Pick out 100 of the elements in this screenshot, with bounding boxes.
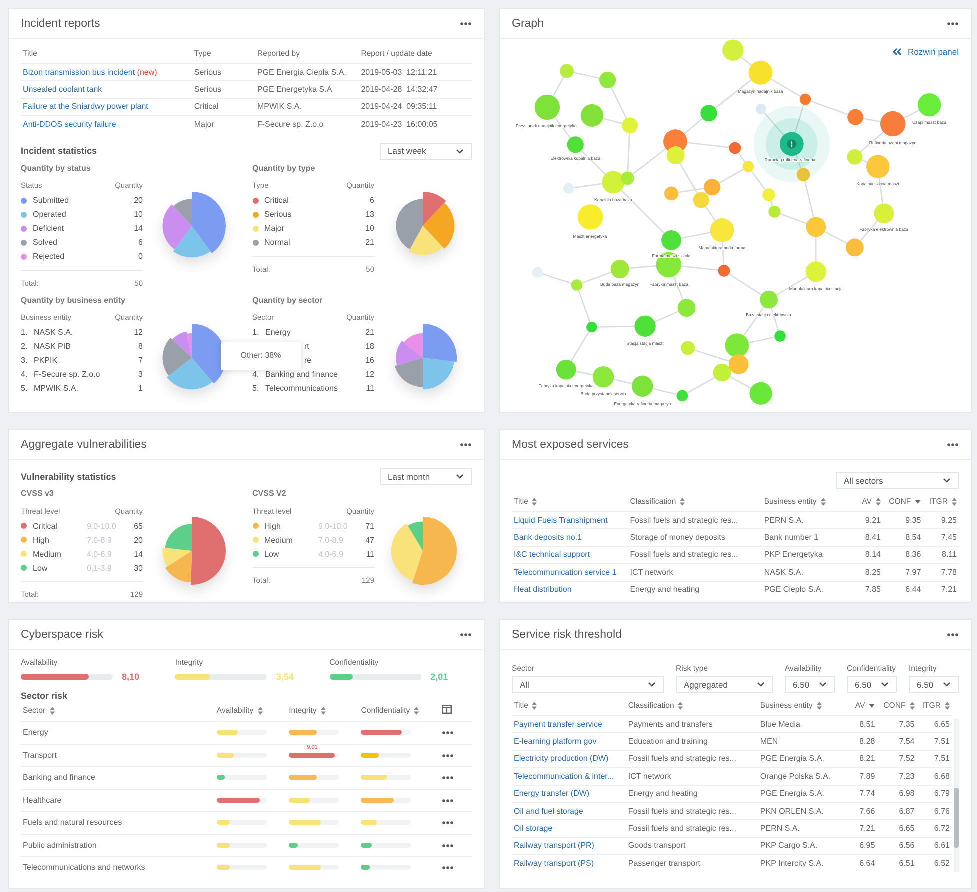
- graph-node[interactable]: [700, 105, 718, 122]
- graph-node[interactable]: [729, 142, 742, 154]
- graph-node[interactable]: [718, 264, 730, 277]
- graph-node[interactable]: [918, 93, 942, 117]
- graph-node[interactable]: [748, 60, 773, 85]
- service-link[interactable]: I&C technical support: [514, 550, 590, 560]
- graph-node[interactable]: [634, 316, 656, 337]
- sort-icon[interactable]: [910, 702, 915, 710]
- more-icon[interactable]: [947, 442, 959, 446]
- graph-node[interactable]: [846, 238, 864, 257]
- sort-icon[interactable]: [945, 702, 950, 710]
- graph-node[interactable]: [664, 186, 678, 201]
- graph-node[interactable]: [742, 161, 754, 172]
- service-link[interactable]: Bank deposits no.1: [514, 533, 582, 542]
- graph-node[interactable]: [806, 262, 826, 282]
- graph-node[interactable]: [847, 150, 863, 165]
- sort-icon[interactable]: [532, 702, 538, 710]
- service-link[interactable]: Telecommunication service 1: [514, 568, 617, 577]
- filter-dropdown[interactable]: All: [512, 676, 664, 693]
- graph-node[interactable]: [666, 146, 685, 164]
- service-link[interactable]: Heat distribution: [514, 585, 572, 594]
- service-link[interactable]: Railway transport (PS): [514, 858, 594, 868]
- sort-icon[interactable]: [258, 706, 263, 715]
- more-icon[interactable]: [460, 22, 472, 26]
- graph-node[interactable]: [710, 218, 734, 242]
- graph-node[interactable]: [534, 94, 560, 120]
- incident-link[interactable]: Anti-DDOS security failure: [23, 120, 116, 129]
- service-link[interactable]: Telecommunication & inter...: [514, 772, 614, 781]
- service-link[interactable]: Railway transport (PR): [514, 841, 594, 850]
- graph-node[interactable]: [580, 104, 604, 127]
- graph-node[interactable]: [556, 360, 576, 380]
- graph-node[interactable]: [662, 230, 682, 250]
- graph-node[interactable]: [762, 188, 776, 202]
- row-menu-icon[interactable]: [442, 731, 454, 736]
- graph-node[interactable]: [866, 155, 890, 178]
- graph-node[interactable]: [722, 40, 744, 61]
- row-menu-icon[interactable]: [442, 821, 454, 826]
- filter-dropdown[interactable]: 6.50: [847, 676, 897, 693]
- graph-node[interactable]: [756, 104, 766, 114]
- row-menu-icon[interactable]: [442, 776, 454, 780]
- incident-link[interactable]: Failure at the Sniardwy power plant: [23, 102, 148, 112]
- sort-icon[interactable]: [532, 498, 538, 506]
- service-link[interactable]: E-learning platform gov: [514, 737, 597, 746]
- sort-icon[interactable]: [952, 498, 957, 506]
- graph-node[interactable]: [592, 366, 614, 388]
- graph-node[interactable]: [563, 183, 574, 194]
- graph-node[interactable]: [800, 94, 812, 106]
- graph-node[interactable]: [676, 390, 688, 402]
- graph-node[interactable]: [848, 109, 864, 126]
- graph-node[interactable]: [768, 206, 781, 218]
- graph-node[interactable]: [622, 118, 638, 134]
- sort-icon[interactable]: [414, 706, 420, 715]
- graph-node[interactable]: [600, 72, 616, 88]
- service-link[interactable]: Electricity production (DW): [514, 754, 609, 764]
- service-link[interactable]: Liquid Fuels Transhipment: [514, 516, 608, 525]
- graph-node[interactable]: [713, 364, 732, 382]
- graph-node[interactable]: [602, 171, 625, 194]
- graph-node[interactable]: [621, 172, 634, 186]
- filter-dropdown[interactable]: 6.50: [785, 676, 835, 693]
- sort-down-icon[interactable]: [869, 704, 876, 708]
- graph-node[interactable]: [567, 136, 584, 154]
- graph-node[interactable]: [532, 267, 544, 278]
- graph-node[interactable]: [693, 192, 710, 208]
- graph-node[interactable]: [806, 217, 826, 238]
- period-dropdown[interactable]: Last week: [380, 142, 472, 160]
- graph-node[interactable]: [774, 330, 786, 342]
- graph-node[interactable]: [681, 341, 696, 356]
- more-icon[interactable]: [947, 22, 959, 26]
- graph-node[interactable]: [632, 376, 654, 397]
- period-dropdown[interactable]: Last month: [380, 468, 472, 485]
- graph-node[interactable]: [586, 322, 598, 333]
- row-menu-icon[interactable]: [442, 866, 454, 870]
- service-link[interactable]: Oil storage: [514, 824, 553, 834]
- graph-node[interactable]: [874, 204, 894, 224]
- columns-icon[interactable]: [442, 705, 452, 714]
- graph-node[interactable]: [750, 382, 772, 405]
- service-link[interactable]: Energy transfer (DW): [514, 789, 590, 798]
- graph-node[interactable]: [678, 299, 696, 318]
- sort-icon[interactable]: [50, 706, 55, 715]
- sort-icon[interactable]: [820, 498, 826, 506]
- graph-node[interactable]: [610, 260, 630, 279]
- sort-icon[interactable]: [876, 498, 881, 506]
- graph-node[interactable]: [725, 334, 750, 358]
- more-icon[interactable]: [460, 632, 472, 636]
- incident-link[interactable]: Bizon transmission bus incident: [23, 68, 136, 77]
- graph-node[interactable]: [760, 290, 778, 309]
- row-menu-icon[interactable]: [442, 754, 454, 758]
- expand-panel-link[interactable]: Rozwiń panel: [892, 47, 959, 57]
- sort-down-icon[interactable]: [915, 500, 922, 504]
- scrollbar[interactable]: [954, 719, 959, 872]
- more-icon[interactable]: [460, 442, 472, 446]
- sort-icon[interactable]: [320, 706, 326, 715]
- incident-link[interactable]: Unsealed coolant tank: [23, 85, 102, 94]
- graph-node[interactable]: [796, 168, 810, 182]
- sort-icon[interactable]: [680, 498, 686, 506]
- graph-node[interactable]: [728, 354, 749, 374]
- service-link[interactable]: Payment transfer service: [514, 720, 602, 729]
- graph-node[interactable]: [560, 64, 574, 78]
- filter-dropdown[interactable]: 6.50: [909, 676, 959, 693]
- row-menu-icon[interactable]: [442, 798, 454, 803]
